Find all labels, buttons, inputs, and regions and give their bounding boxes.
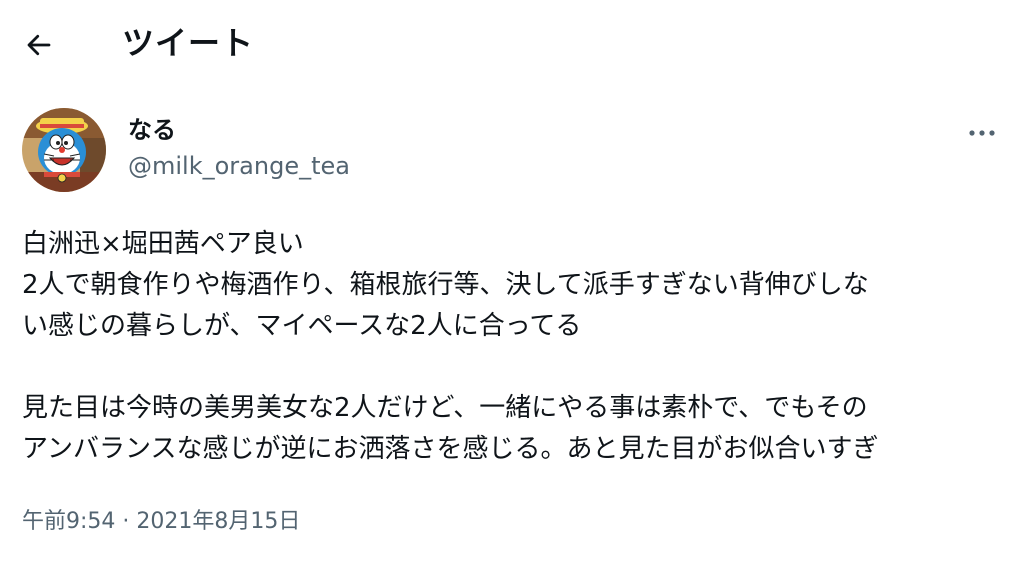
tweet-timestamp[interactable]: 午前9:54 · 2021年8月15日 (22, 506, 300, 538)
page-title: ツイート (122, 24, 255, 62)
display-name[interactable]: なる (128, 114, 176, 146)
author-row: なる @milk_orange_tea (22, 108, 1002, 198)
avatar[interactable] (22, 108, 106, 192)
tweet-text-line: 2人で朝食作りや梅酒作り、箱根旅行等、決して派手すぎない背伸びしな (22, 270, 869, 300)
tweet-text-line: い感じの暮らしが、マイペースな2人に合ってる (22, 311, 582, 341)
tweet-text-line: 見た目は今時の美男美女な2人だけど、一緒にやる事は素朴で、でもその (22, 393, 868, 423)
header: ツイート (0, 0, 1024, 90)
tweet-text-line (22, 347, 1012, 388)
more-horizontal-icon (969, 130, 995, 136)
tweet-page: ツイート なる @milk_orange_tea 白洲迅×堀田茜ペア良い 2人で… (0, 0, 1024, 562)
more-options-button[interactable] (962, 118, 1002, 148)
doraemon-avatar-icon (22, 108, 106, 192)
arrow-left-icon (27, 34, 51, 56)
tweet-text-line: 白洲迅×堀田茜ペア良い (22, 229, 304, 259)
back-button[interactable] (18, 24, 60, 66)
tweet-text: 白洲迅×堀田茜ペア良い 2人で朝食作りや梅酒作り、箱根旅行等、決して派手すぎない… (22, 224, 1012, 470)
tweet-text-line: アンバランスな感じが逆にお洒落さを感じる。あと見た目がお似合いすぎ (22, 434, 879, 464)
user-handle[interactable]: @milk_orange_tea (128, 150, 350, 182)
